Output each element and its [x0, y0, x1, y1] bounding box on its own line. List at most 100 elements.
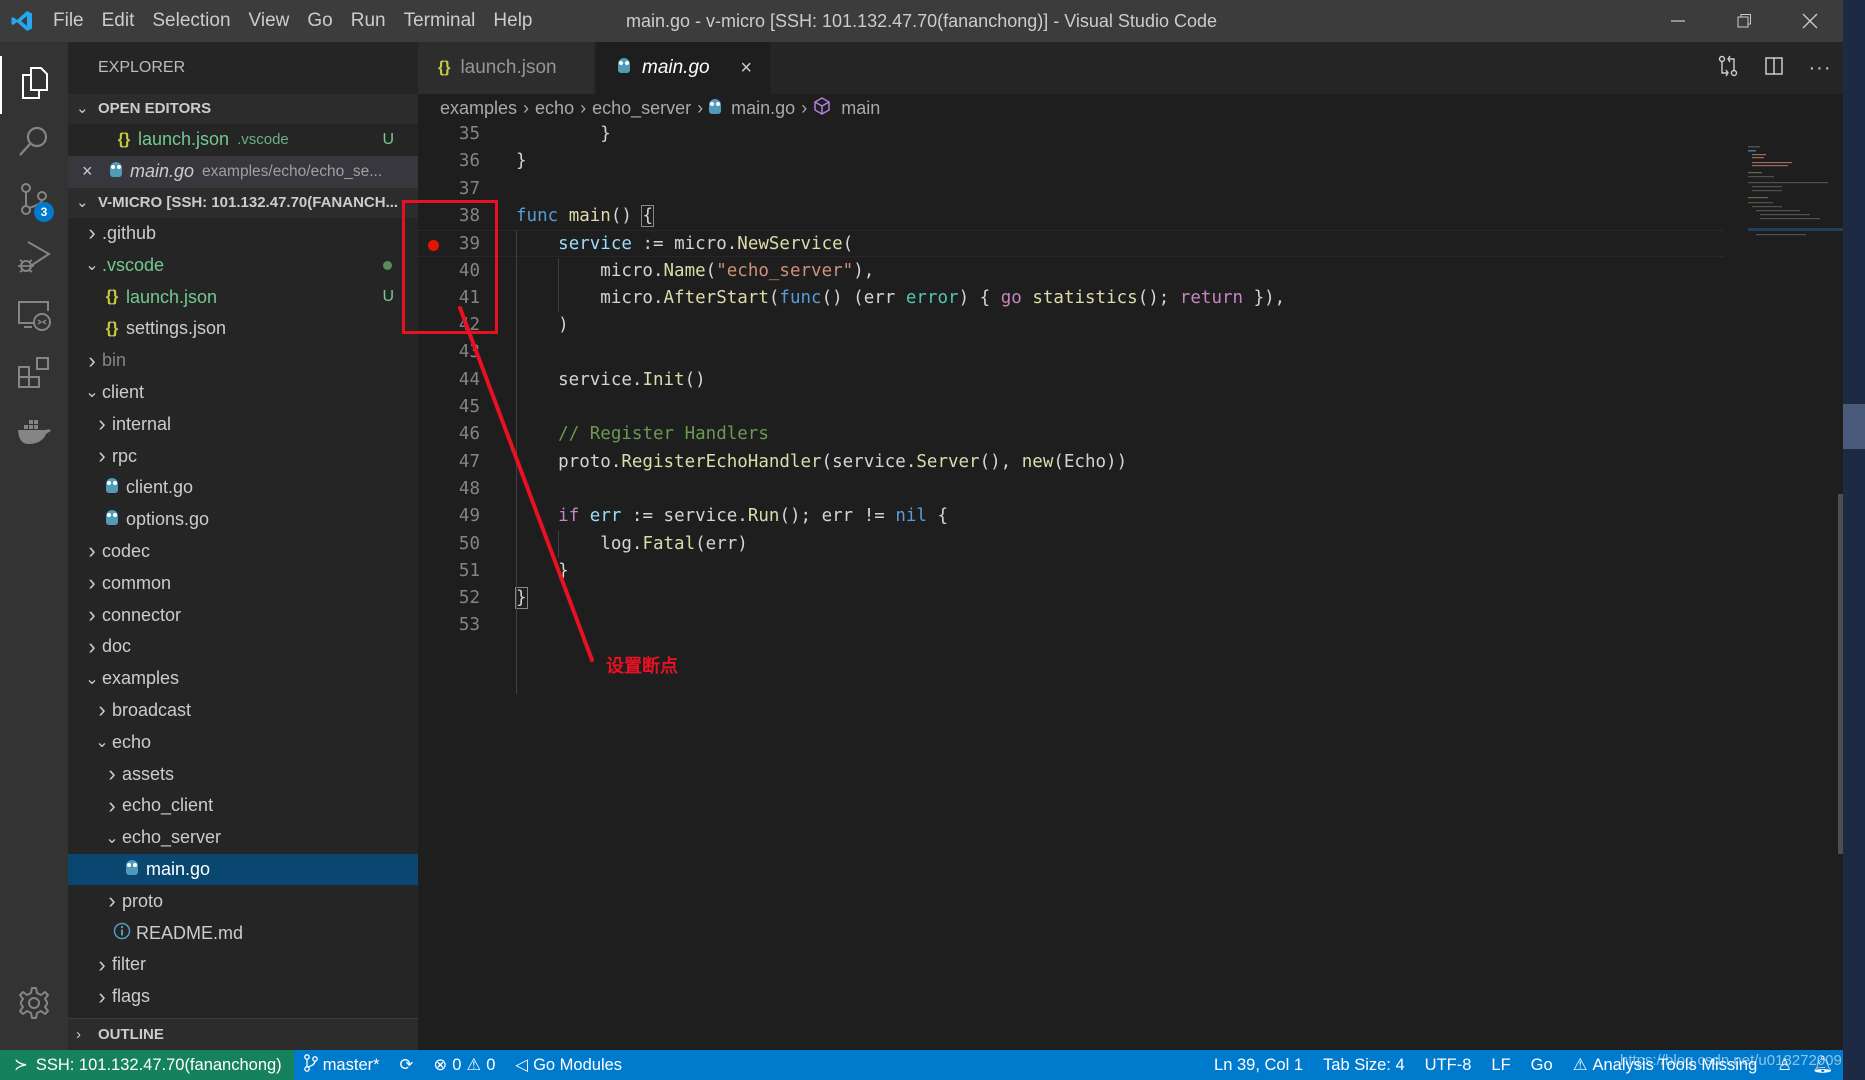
tree-item[interactable]: {} launch.json U	[68, 281, 418, 313]
tree-item[interactable]: main.go	[68, 853, 418, 886]
code-line[interactable]: 51 }	[418, 558, 1724, 585]
tree-item[interactable]: › filter	[68, 949, 418, 981]
tree-item[interactable]: ⌄ echo_server	[68, 822, 418, 854]
code-line[interactable]: 48	[418, 476, 1724, 503]
code-line[interactable]: 46 // Register Handlers	[418, 421, 1724, 448]
activity-extensions[interactable]	[0, 346, 68, 404]
code-line[interactable]: 36}	[418, 148, 1724, 175]
more-actions-icon[interactable]: ···	[1797, 57, 1843, 80]
line-number[interactable]: 37	[418, 176, 480, 203]
activity-explorer[interactable]	[0, 56, 68, 114]
tree-item[interactable]: › .github	[68, 218, 418, 250]
problems-indicator[interactable]: ⊗ 0 ⚠ 0	[423, 1055, 505, 1075]
code-line[interactable]: 41 micro.AfterStart(func() (err error) {…	[418, 285, 1724, 312]
split-editor-icon[interactable]	[1751, 56, 1797, 81]
menu-help[interactable]: Help	[484, 0, 541, 42]
breadcrumb-item[interactable]: examples	[440, 98, 517, 119]
tree-item[interactable]: › internal	[68, 408, 418, 440]
tree-item[interactable]: ⌄ examples	[68, 663, 418, 695]
tree-item[interactable]: options.go	[68, 504, 418, 536]
line-number[interactable]: 46	[418, 421, 480, 448]
open-editor-main-go[interactable]: × main.go examples/echo/echo_se...	[68, 155, 418, 188]
remote-indicator[interactable]: ≻ SSH: 101.132.47.70(fananchong)	[0, 1050, 294, 1080]
line-number[interactable]: 35	[418, 121, 480, 148]
language-mode[interactable]: Go	[1521, 1056, 1563, 1075]
code-line[interactable]: 52}	[418, 585, 1724, 612]
tab-launch-json[interactable]: {} launch.json	[418, 42, 594, 94]
tree-item[interactable]: › broadcast	[68, 695, 418, 727]
go-modules-indicator[interactable]: ◁ Go Modules	[505, 1055, 632, 1075]
tree-item[interactable]: {} settings.json	[68, 313, 418, 345]
tree-item[interactable]: › assets	[68, 758, 418, 790]
outline-header[interactable]: › OUTLINE	[68, 1018, 418, 1050]
manage-button[interactable]	[0, 976, 68, 1034]
activity-run-debug[interactable]	[0, 230, 68, 288]
code-line[interactable]: 45	[418, 394, 1724, 421]
code-line[interactable]: 38 func main() {	[418, 203, 1724, 230]
breadcrumb-item[interactable]: echo_server	[592, 98, 691, 119]
code-line[interactable]: 35 }	[418, 121, 1724, 148]
code-line[interactable]: 50 log.Fatal(err)	[418, 531, 1724, 558]
menu-terminal[interactable]: Terminal	[395, 0, 485, 42]
breadcrumb-item[interactable]: main.go	[731, 98, 795, 119]
menu-run[interactable]: Run	[342, 0, 395, 42]
vertical-scrollbar[interactable]	[1838, 494, 1843, 854]
tree-item[interactable]: ⌄ .vscode	[68, 249, 418, 281]
tree-item[interactable]: › connector	[68, 599, 418, 631]
line-number[interactable]: 45	[418, 394, 480, 421]
tab-main-go[interactable]: main.go ×	[596, 42, 770, 94]
code-line[interactable]: 40 micro.Name("echo_server"),	[418, 258, 1724, 285]
tree-item[interactable]: README.md	[68, 917, 418, 949]
close-window-button[interactable]	[1777, 0, 1843, 42]
code-line[interactable]: 39 service := micro.NewService(	[418, 230, 1724, 258]
branch-indicator[interactable]: master*	[294, 1053, 390, 1077]
tree-item[interactable]: › proto	[68, 885, 418, 917]
line-number[interactable]: 49	[418, 503, 480, 530]
line-number[interactable]: 50	[418, 531, 480, 558]
close-icon[interactable]: ×	[82, 161, 104, 182]
line-number[interactable]: 51	[418, 558, 480, 585]
open-editors-header[interactable]: ⌄ OPEN EDITORS	[68, 94, 418, 124]
tree-item[interactable]: › doc	[68, 631, 418, 663]
activity-source-control[interactable]: 3	[0, 172, 68, 230]
tree-item[interactable]: › common	[68, 567, 418, 599]
code-line[interactable]: 53	[418, 612, 1724, 639]
tree-item[interactable]: › codec	[68, 536, 418, 568]
menu-view[interactable]: View	[240, 0, 299, 42]
menu-file[interactable]: File	[44, 0, 93, 42]
menu-go[interactable]: Go	[298, 0, 341, 42]
breadcrumb-item[interactable]: main	[841, 98, 880, 119]
menu-selection[interactable]: Selection	[143, 0, 239, 42]
end-of-line[interactable]: LF	[1481, 1056, 1520, 1075]
line-number[interactable]: 48	[418, 476, 480, 503]
cursor-position[interactable]: Ln 39, Col 1	[1204, 1056, 1313, 1075]
breadcrumb-item[interactable]: echo	[535, 98, 574, 119]
code-line[interactable]: 43	[418, 339, 1724, 366]
tree-item[interactable]: › rpc	[68, 440, 418, 472]
line-number[interactable]: 47	[418, 449, 480, 476]
tree-item[interactable]: ⌄ client	[68, 377, 418, 409]
tab-size[interactable]: Tab Size: 4	[1313, 1056, 1415, 1075]
tree-item[interactable]: › bin	[68, 345, 418, 377]
code-line[interactable]: 49 if err := service.Run(); err != nil {	[418, 503, 1724, 530]
code-line[interactable]: 47 proto.RegisterEchoHandler(service.Ser…	[418, 449, 1724, 476]
activity-search[interactable]	[0, 114, 68, 172]
minimap[interactable]	[1724, 122, 1843, 1050]
tree-item[interactable]: client.go	[68, 472, 418, 504]
restore-button[interactable]	[1711, 0, 1777, 42]
minimize-button[interactable]	[1645, 0, 1711, 42]
tree-item[interactable]: › flags	[68, 981, 418, 1013]
tree-item[interactable]: › echo_client	[68, 790, 418, 822]
close-icon[interactable]: ×	[740, 57, 752, 80]
code-editor[interactable]: 35 } 36} 37 38 func main() {39 service := mi…	[418, 122, 1724, 1050]
tree-item[interactable]: ⌄ echo	[68, 726, 418, 758]
code-line[interactable]: 44 service.Init()	[418, 367, 1724, 394]
activity-docker[interactable]	[0, 404, 68, 462]
line-number[interactable]: 53	[418, 612, 480, 639]
line-number[interactable]: 52	[418, 585, 480, 612]
sync-button[interactable]: ⟳	[390, 1055, 424, 1075]
line-number[interactable]: 44	[418, 367, 480, 394]
workspace-header[interactable]: ⌄ V-MICRO [SSH: 101.132.47.70(FANANCH...	[68, 187, 418, 218]
menu-edit[interactable]: Edit	[93, 0, 144, 42]
code-line[interactable]: 37	[418, 176, 1724, 203]
